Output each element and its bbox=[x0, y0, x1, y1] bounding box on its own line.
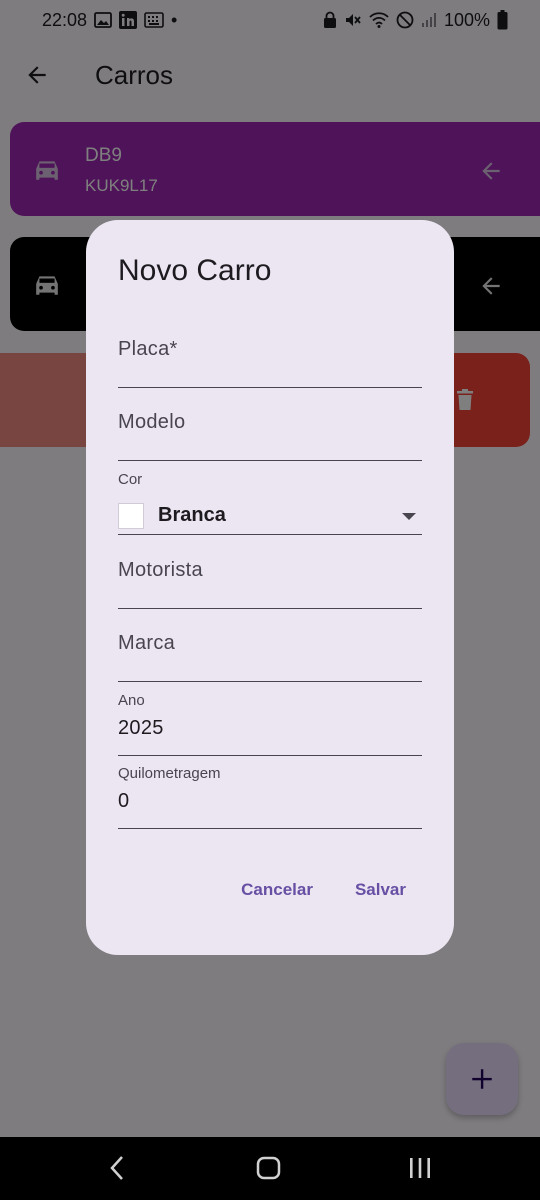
placa-placeholder: Placa* bbox=[118, 338, 178, 360]
cor-label: Cor bbox=[118, 471, 143, 488]
quilometragem-value: 0 bbox=[118, 790, 130, 812]
motorista-field[interactable]: Motorista bbox=[118, 535, 422, 609]
nav-recents-icon[interactable] bbox=[406, 1154, 434, 1182]
nav-home-icon[interactable] bbox=[255, 1154, 283, 1182]
motorista-placeholder: Motorista bbox=[118, 559, 203, 581]
nav-back-icon[interactable] bbox=[108, 1154, 126, 1182]
new-car-dialog: Novo Carro Placa* Modelo Cor Branca Moto… bbox=[86, 220, 454, 955]
save-button[interactable]: Salvar bbox=[355, 880, 406, 900]
system-nav-bar bbox=[0, 1137, 540, 1200]
color-swatch bbox=[118, 503, 144, 529]
cancel-button[interactable]: Cancelar bbox=[241, 880, 313, 900]
dropdown-arrow-icon bbox=[402, 513, 416, 520]
ano-value: 2025 bbox=[118, 717, 164, 739]
marca-placeholder: Marca bbox=[118, 632, 176, 654]
cor-value: Branca bbox=[158, 504, 226, 526]
cor-dropdown[interactable]: Cor Branca bbox=[118, 461, 422, 535]
modelo-placeholder: Modelo bbox=[118, 411, 186, 433]
quilometragem-label: Quilometragem bbox=[118, 765, 221, 782]
app-screen: 22:08 • bbox=[0, 0, 540, 1137]
ano-label: Ano bbox=[118, 692, 145, 709]
placa-field[interactable]: Placa* bbox=[118, 314, 422, 388]
quilometragem-field[interactable]: Quilometragem 0 bbox=[118, 755, 422, 829]
dialog-title: Novo Carro bbox=[118, 254, 272, 287]
marca-field[interactable]: Marca bbox=[118, 608, 422, 682]
modelo-field[interactable]: Modelo bbox=[118, 387, 422, 461]
ano-field[interactable]: Ano 2025 bbox=[118, 682, 422, 756]
